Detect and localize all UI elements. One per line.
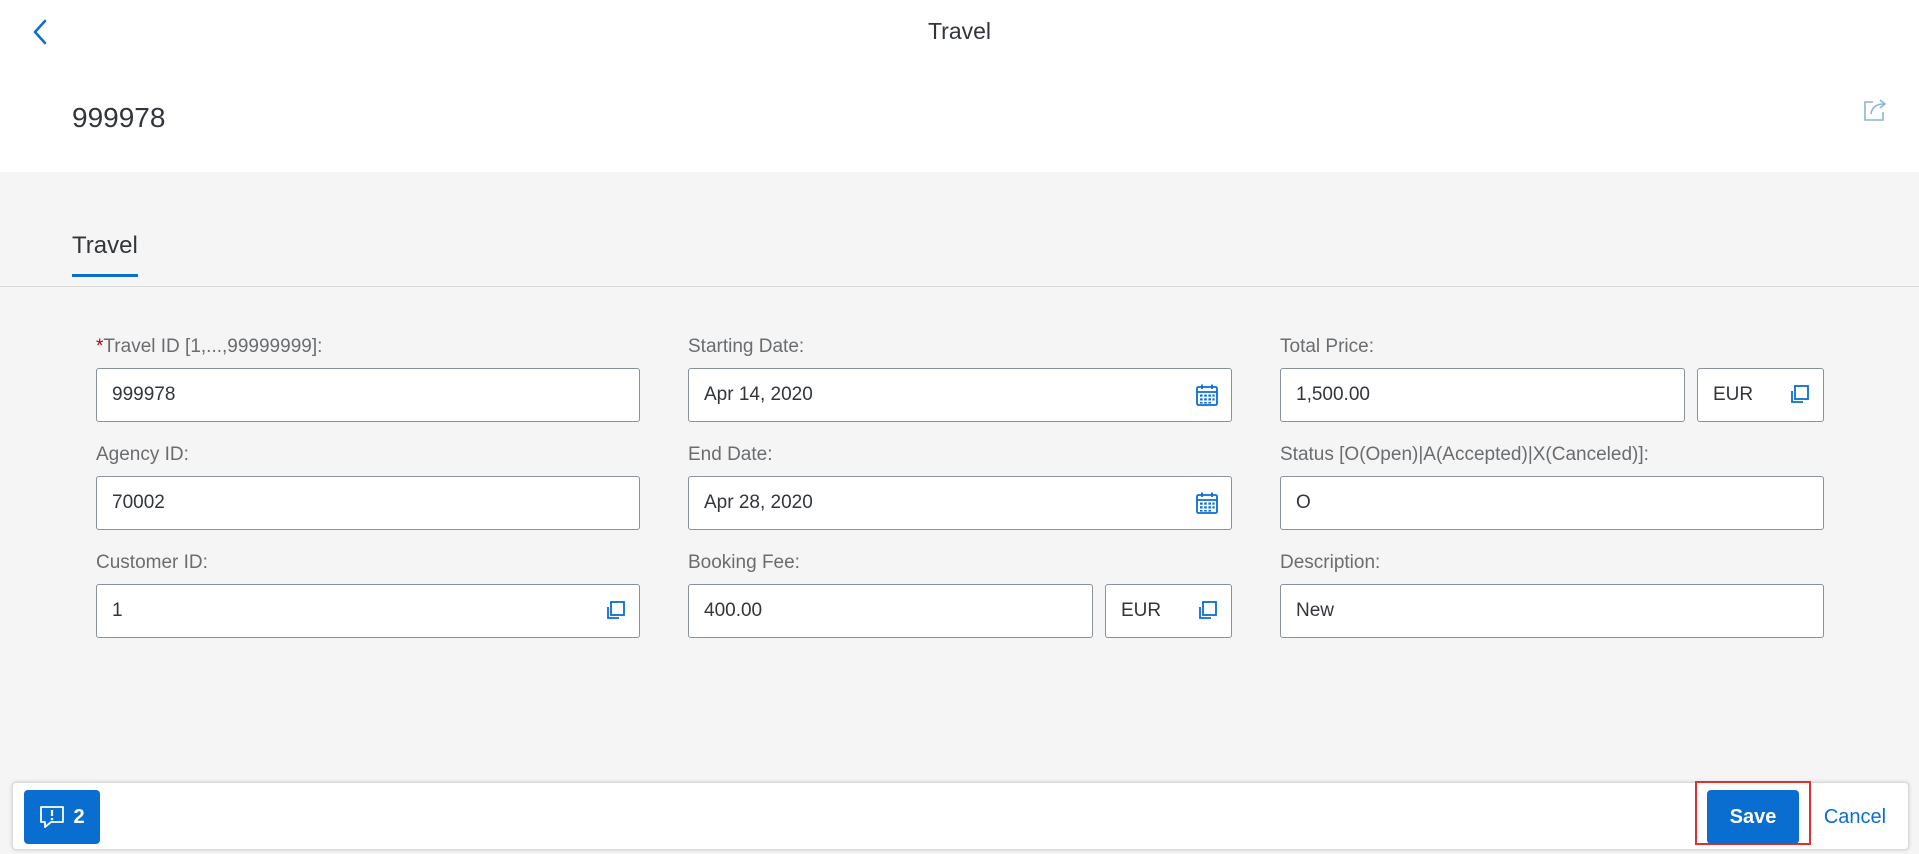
travel-id-label: *Travel ID [1,...,99999999]: xyxy=(96,336,322,358)
tab-travel[interactable]: Travel xyxy=(72,232,138,277)
shell-bar: Travel xyxy=(0,0,1919,64)
booking-fee-currency-value: EUR xyxy=(1121,600,1162,621)
app-title: Travel xyxy=(927,18,992,44)
status-label: Status [O(Open)|A(Accepted)|X(Canceled)]… xyxy=(1280,444,1649,465)
starting-date-label: Starting Date: xyxy=(688,336,805,357)
description-value: New xyxy=(1296,600,1335,621)
booking-fee-currency-field[interactable]: EUR xyxy=(1105,584,1232,638)
object-header: 999978 xyxy=(0,64,1919,172)
agency-id-label: Agency ID: xyxy=(96,444,189,465)
total-price-field[interactable]: 1,500.00 xyxy=(1280,368,1685,422)
message-popover-button[interactable]: 2 xyxy=(24,790,100,844)
share-icon xyxy=(1864,99,1887,121)
description-field[interactable]: New xyxy=(1280,584,1824,638)
value-help-icon[interactable] xyxy=(1775,369,1823,421)
calendar-icon[interactable] xyxy=(1183,477,1231,529)
travel-id-value: 999978 xyxy=(112,384,176,405)
booking-fee-label: Booking Fee: xyxy=(688,552,800,573)
description-label: Description: xyxy=(1280,552,1381,573)
section-tabs: Travel xyxy=(0,172,1919,287)
end-date-value: Apr 28, 2020 xyxy=(704,492,813,513)
starting-date-value: Apr 14, 2020 xyxy=(704,384,813,405)
cancel-button[interactable]: Cancel xyxy=(1813,790,1897,844)
save-button[interactable]: Save xyxy=(1707,790,1799,844)
booking-fee-value: 400.00 xyxy=(704,600,763,621)
booking-fee-field[interactable]: 400.00 xyxy=(688,584,1093,638)
agency-id-field[interactable]: 70002 xyxy=(96,476,640,530)
customer-id-field[interactable]: 1 xyxy=(96,584,640,638)
total-price-currency-value: EUR xyxy=(1713,384,1754,405)
total-price-value: 1,500.00 xyxy=(1296,384,1370,405)
customer-id-label: Customer ID: xyxy=(96,552,208,573)
total-price-currency-field[interactable]: EUR xyxy=(1697,368,1824,422)
value-help-icon[interactable] xyxy=(591,585,639,637)
agency-id-value: 70002 xyxy=(112,492,165,513)
footer-toolbar: 2 Save Cancel xyxy=(12,781,1909,850)
status-value: O xyxy=(1296,492,1311,513)
share-button[interactable] xyxy=(1859,94,1891,126)
message-icon xyxy=(40,806,65,828)
starting-date-field[interactable]: Apr 14, 2020 xyxy=(688,368,1232,422)
customer-id-value: 1 xyxy=(112,600,123,621)
end-date-label: End Date: xyxy=(688,444,773,465)
message-count: 2 xyxy=(73,805,85,828)
travel-id-field[interactable]: 999978 xyxy=(96,368,640,422)
total-price-label: Total Price: xyxy=(1280,336,1374,357)
value-help-icon[interactable] xyxy=(1183,585,1231,637)
status-field[interactable]: O xyxy=(1280,476,1824,530)
object-title: 999978 xyxy=(72,102,166,133)
travel-id-label-text: Travel ID [1,...,99999999]: xyxy=(103,336,323,357)
end-date-field[interactable]: Apr 28, 2020 xyxy=(688,476,1232,530)
calendar-icon[interactable] xyxy=(1183,369,1231,421)
